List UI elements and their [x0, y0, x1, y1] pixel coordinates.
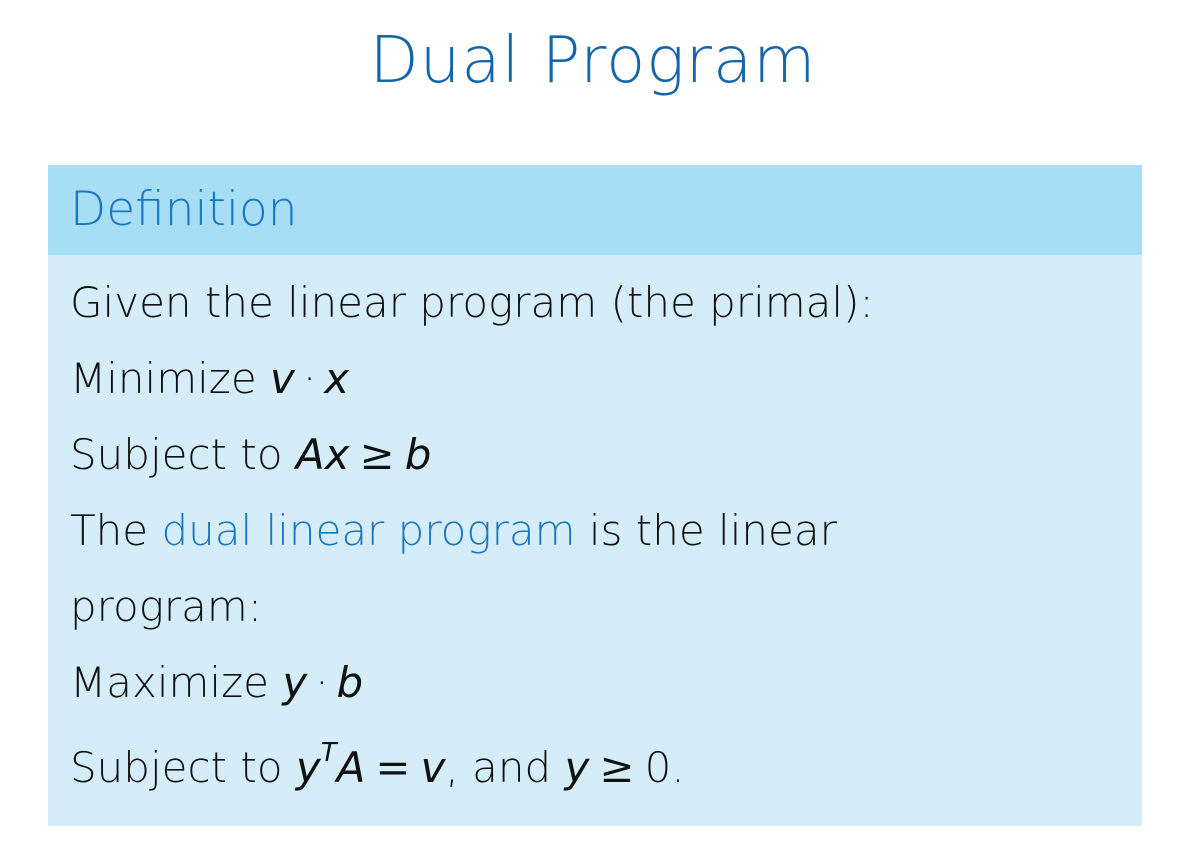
- var-b: b: [404, 430, 432, 479]
- var-b: b: [336, 658, 364, 707]
- primal-intro-text: Given the linear program (the primal):: [70, 278, 874, 327]
- expr-ax: Ax: [295, 430, 350, 479]
- dual-objective-line: Maximize y · b: [70, 645, 1122, 721]
- definition-header: Definition: [48, 165, 1142, 255]
- minimize-label: Minimize: [70, 354, 257, 403]
- dual-intro-line: The dual linear program is the linear: [70, 493, 1122, 569]
- and-text: , and: [445, 743, 552, 792]
- geq-operator: ≥: [359, 430, 395, 479]
- maximize-label: Maximize: [70, 658, 269, 707]
- dual-intro-prefix: The: [70, 506, 149, 555]
- primal-constraint-line: Subject to Ax ≥ b: [70, 417, 1122, 493]
- primal-intro-line: Given the linear program (the primal):: [70, 265, 1122, 341]
- var-a: A: [336, 743, 366, 792]
- zero-value: 0.: [644, 743, 685, 792]
- dual-intro-line-continued: program:: [70, 569, 1122, 645]
- var-x: x: [324, 354, 350, 403]
- definition-block: Definition Given the linear program (the…: [48, 165, 1142, 826]
- dot-operator: ·: [302, 354, 317, 403]
- var-v: v: [270, 354, 295, 403]
- dot-operator: ·: [315, 658, 329, 707]
- subject-to-label: Subject to: [70, 743, 283, 792]
- var-v: v: [420, 743, 446, 792]
- definition-heading: Definition: [70, 182, 298, 237]
- definition-body: Given the linear program (the primal): M…: [70, 265, 1122, 797]
- var-y: y: [295, 743, 321, 792]
- equals-operator: =: [375, 743, 411, 792]
- var-y: y: [564, 743, 590, 792]
- primal-objective-line: Minimize v · x: [70, 341, 1122, 417]
- subject-to-label: Subject to: [70, 430, 283, 479]
- dual-constraint-line: Subject to yTA = v, and y ≥0.: [70, 721, 1122, 797]
- dual-intro-suffix: is the linear: [588, 506, 837, 555]
- slide-title: Dual Program: [369, 24, 817, 98]
- program-text: program:: [70, 582, 262, 631]
- geq-operator: ≥: [599, 743, 635, 792]
- transpose-superscript: T: [320, 738, 337, 768]
- var-y: y: [282, 658, 308, 707]
- dual-term: dual linear program: [161, 506, 576, 555]
